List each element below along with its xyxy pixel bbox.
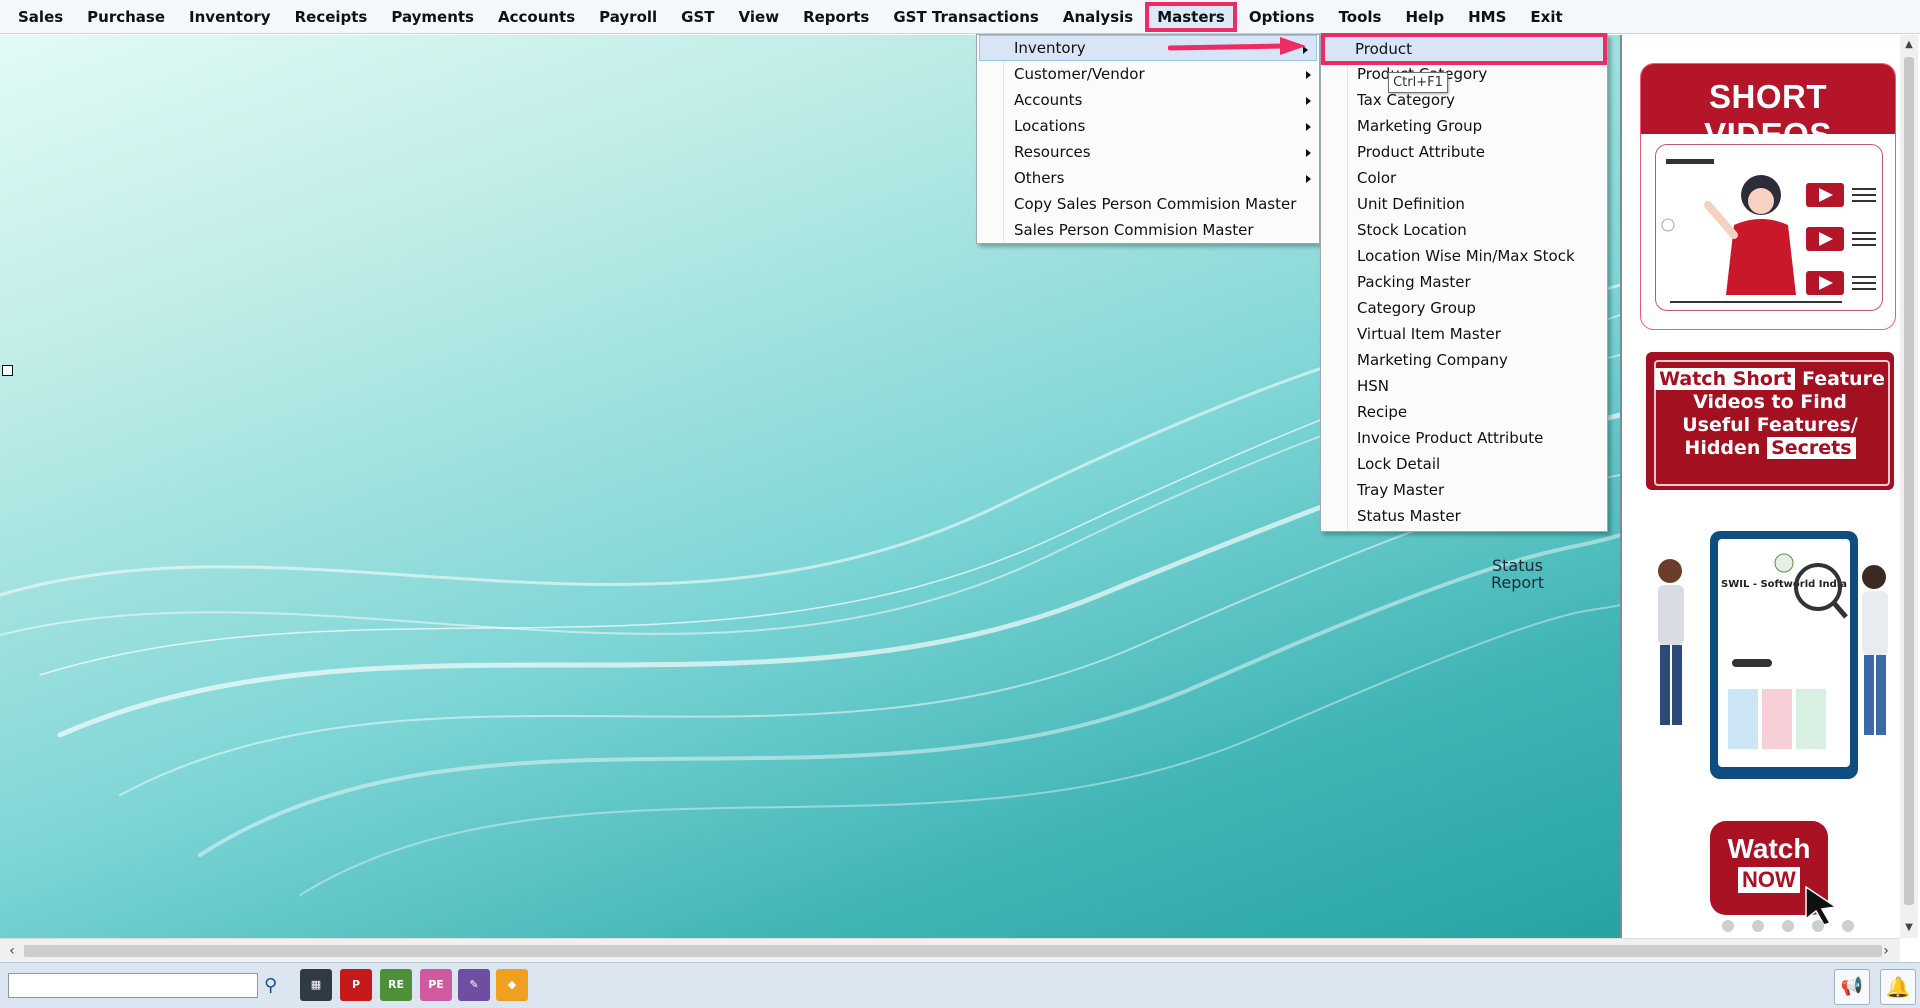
announcement-icon[interactable]: 📢 — [1834, 969, 1870, 1005]
calculator-icon[interactable]: ▦ — [300, 969, 332, 1001]
inventory-item-virtual-item-master[interactable]: Virtual Item Master — [1321, 321, 1607, 347]
menu-inventory[interactable]: Inventory — [177, 2, 283, 32]
scroll-down-icon[interactable]: ▼ — [1900, 918, 1918, 938]
watch-now-badge[interactable]: Watch NOW — [1706, 811, 1839, 931]
inventory-item-tax-category[interactable]: Tax Category — [1321, 87, 1607, 113]
menu-gst[interactable]: GST — [669, 2, 726, 32]
submenu-arrow-icon — [1306, 123, 1311, 131]
p-report-icon[interactable]: P — [340, 969, 372, 1001]
submenu-arrow-icon — [1306, 149, 1311, 157]
masters-item-accounts[interactable]: Accounts — [977, 87, 1319, 113]
inventory-item-marketing-company[interactable]: Marketing Company — [1321, 347, 1607, 373]
status-report-label-1: Status — [1492, 556, 1543, 575]
inventory-item-location-wise-min-max-stock[interactable]: Location Wise Min/Max Stock — [1321, 243, 1607, 269]
masters-item-copy-sales-person-commision-master[interactable]: Copy Sales Person Commision Master — [977, 191, 1319, 217]
short-videos-card[interactable]: SHORT VIDEOS — [1640, 63, 1896, 330]
scroll-up-icon[interactable]: ▲ — [1900, 35, 1918, 55]
horizontal-scrollbar[interactable]: ‹ › — [0, 938, 1900, 963]
notification-bell-icon[interactable]: 🔔 — [1880, 969, 1916, 1005]
secrets-label: Secrets — [1767, 437, 1856, 459]
inventory-submenu: Product Product Category Tax Category Marke… — [1320, 33, 1608, 532]
submenu-arrow-icon — [1306, 175, 1311, 183]
useful-features-label: Useful Features/ — [1682, 414, 1858, 436]
carousel-dots[interactable] — [1722, 917, 1872, 936]
re-icon[interactable]: RE — [380, 969, 412, 1001]
inventory-item-invoice-product-attribute[interactable]: Invoice Product Attribute — [1321, 425, 1607, 451]
menu-options[interactable]: Options — [1237, 2, 1327, 32]
masters-item-others[interactable]: Others — [977, 165, 1319, 191]
short-videos-title: SHORT VIDEOS — [1704, 78, 1832, 153]
shortcut-tooltip: Ctrl+F1 — [1388, 72, 1448, 93]
inventory-item-status-master[interactable]: Status Master — [1321, 503, 1607, 529]
videos-to-find-label: Videos to Find — [1693, 391, 1847, 413]
menu-exit[interactable]: Exit — [1518, 2, 1574, 32]
watch-short-feature-banner[interactable]: Watch Short Feature Videos to Find Usefu… — [1646, 352, 1894, 490]
menu-hms[interactable]: HMS — [1456, 2, 1518, 32]
pe-icon[interactable]: PE — [420, 969, 452, 1001]
inventory-item-marketing-group[interactable]: Marketing Group — [1321, 113, 1607, 139]
menu-view[interactable]: View — [727, 2, 792, 32]
menu-purchase[interactable]: Purchase — [75, 2, 177, 32]
watch-label: Watch — [1727, 833, 1811, 864]
watch-short-label: Watch Short — [1655, 368, 1796, 390]
now-label: NOW — [1738, 867, 1800, 893]
menu-payroll[interactable]: Payroll — [587, 2, 669, 32]
menu-accounts[interactable]: Accounts — [486, 2, 587, 32]
menu-help[interactable]: Help — [1393, 2, 1456, 32]
scroll-left-icon[interactable]: ‹ — [2, 939, 22, 963]
stamp-icon[interactable]: ✎ — [458, 969, 490, 1001]
submenu-arrow-icon — [1306, 97, 1311, 105]
search-icon[interactable]: ⚲ — [264, 975, 277, 996]
inventory-item-category-group[interactable]: Category Group — [1321, 295, 1607, 321]
inventory-item-unit-definition[interactable]: Unit Definition — [1321, 191, 1607, 217]
inventory-item-stock-location[interactable]: Stock Location — [1321, 217, 1607, 243]
inventory-item-product[interactable]: Product — [1321, 33, 1607, 65]
inventory-item-color[interactable]: Color — [1321, 165, 1607, 191]
scroll-right-icon[interactable]: › — [1876, 939, 1896, 963]
inventory-item-recipe[interactable]: Recipe — [1321, 399, 1607, 425]
masters-item-locations[interactable]: Locations — [977, 113, 1319, 139]
shapes-icon[interactable]: ◆ — [496, 969, 528, 1001]
resize-handle[interactable] — [2, 365, 13, 376]
status-report-label-2: Report — [1490, 573, 1545, 592]
inventory-item-product-category[interactable]: Product Category — [1321, 61, 1607, 87]
masters-item-sales-person-commision-master[interactable]: Sales Person Commision Master — [977, 217, 1319, 243]
inventory-item-hsn[interactable]: HSN — [1321, 373, 1607, 399]
bottom-toolbar: ⚲ ▦ P RE PE ✎ ◆ 📢 🔔 — [0, 962, 1920, 1008]
submenu-arrow-icon — [1306, 71, 1311, 79]
menu-gst-transactions[interactable]: GST Transactions — [881, 2, 1051, 32]
menu-tools[interactable]: Tools — [1327, 2, 1394, 32]
video-player-illustration — [1655, 144, 1883, 311]
menu-bar: Sales Purchase Inventory Receipts Payments Ac… — [0, 0, 1920, 34]
menu-analysis[interactable]: Analysis — [1051, 2, 1145, 32]
inventory-item-tray-master[interactable]: Tray Master — [1321, 477, 1607, 503]
menu-payments[interactable]: Payments — [379, 2, 486, 32]
status-report-shortcut[interactable]: Status Report — [1490, 557, 1545, 591]
masters-item-customer-vendor[interactable]: Customer/Vendor — [977, 61, 1319, 87]
menu-sales[interactable]: Sales — [6, 2, 75, 32]
feature-label: Feature — [1802, 368, 1885, 390]
inventory-item-packing-master[interactable]: Packing Master — [1321, 269, 1607, 295]
presenter-illustration-icon — [1661, 159, 1876, 303]
menu-receipts[interactable]: Receipts — [283, 2, 380, 32]
quick-search-input[interactable] — [8, 973, 258, 998]
menu-masters[interactable]: Masters — [1145, 1, 1237, 32]
inventory-item-product-attribute[interactable]: Product Attribute — [1321, 139, 1607, 165]
masters-item-resources[interactable]: Resources — [977, 139, 1319, 165]
magnifier-icon — [1728, 553, 1848, 749]
promo-panel: SHORT VIDEOS Watch Short Feature Videos … — [1622, 35, 1900, 938]
hidden-label: Hidden — [1684, 437, 1761, 459]
menu-reports[interactable]: Reports — [791, 2, 881, 32]
channel-illustration[interactable]: SWIL - Softworld India — [1648, 521, 1898, 781]
callout-arrow-icon — [1168, 37, 1306, 55]
vertical-scrollbar[interactable]: ▲ ▼ — [1900, 35, 1918, 938]
masters-dropdown: Inventory Customer/Vendor Accounts Location… — [976, 34, 1320, 244]
inventory-item-lock-detail[interactable]: Lock Detail — [1321, 451, 1607, 477]
